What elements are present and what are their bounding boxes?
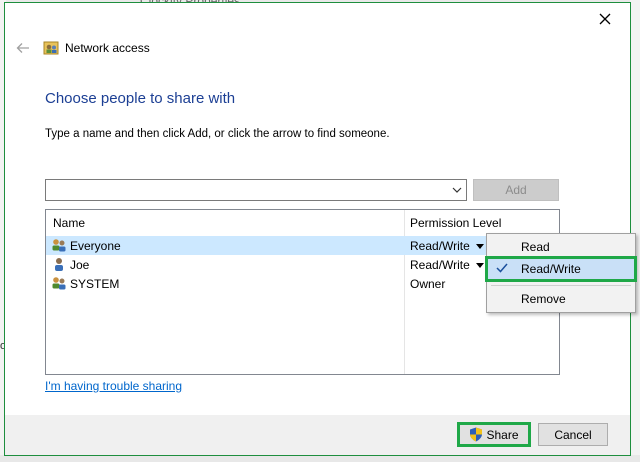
share-button[interactable]: Share: [457, 422, 531, 447]
list-header: Name Permission Level: [46, 210, 559, 234]
back-button[interactable]: [13, 39, 33, 57]
name-input[interactable]: [48, 181, 444, 199]
sharing-list: Name Permission Level Everyone Read/Writ…: [45, 209, 560, 375]
close-icon: [599, 13, 611, 25]
menu-separator: [491, 285, 631, 286]
back-arrow-icon: [16, 43, 29, 53]
permission-dropdown[interactable]: Read/Write: [410, 239, 484, 253]
permission-dropdown[interactable]: Read/Write: [410, 258, 484, 272]
trouble-sharing-link[interactable]: I'm having trouble sharing: [45, 379, 182, 393]
permission-value-text: Owner: [410, 277, 446, 291]
cancel-button[interactable]: Cancel: [538, 423, 608, 446]
user-icon: [55, 258, 63, 271]
group-icon: [52, 277, 66, 290]
permission-value: Read/Write: [410, 239, 470, 253]
page-heading: Choose people to share with: [45, 90, 236, 107]
network-users-icon: [43, 41, 59, 55]
network-access-dialog: Network access Choose people to share wi…: [4, 2, 631, 456]
dialog-footer: Share Cancel: [5, 415, 630, 455]
column-header-permission[interactable]: Permission Level: [410, 216, 501, 230]
list-row-everyone[interactable]: Everyone Read/Write: [46, 236, 559, 255]
background-window-bottom: [0, 455, 640, 462]
dialog-title: Network access: [65, 41, 150, 55]
menu-item-label: Read/Write: [521, 262, 581, 276]
background-window-right: [630, 0, 640, 462]
menu-item-label: Read: [521, 240, 550, 254]
row-name: Joe: [70, 258, 90, 272]
permission-value: Owner: [410, 277, 445, 291]
instruction-text: Type a name and then click Add, or click…: [45, 128, 390, 140]
permission-value: Read/Write: [410, 258, 470, 272]
menu-item-read-write[interactable]: Read/Write: [485, 256, 637, 282]
dialog-title-bar: Network access: [43, 40, 150, 56]
permission-context-menu: Read Read/Write Remove: [485, 233, 637, 313]
uac-shield-icon: [470, 427, 483, 442]
chevron-down-icon: [452, 187, 462, 193]
dropdown-triangle-icon: [475, 262, 484, 268]
group-icon: [52, 239, 66, 252]
row-name: SYSTEM: [70, 277, 120, 291]
row-name: Everyone: [70, 239, 121, 253]
list-row-joe[interactable]: Joe Read/Write: [46, 255, 559, 274]
menu-item-read[interactable]: Read: [487, 236, 635, 258]
menu-item-remove[interactable]: Remove: [487, 288, 635, 310]
list-row-system[interactable]: SYSTEM Owner: [46, 274, 559, 293]
name-combo-input[interactable]: [45, 179, 467, 201]
add-button[interactable]: Add: [473, 179, 559, 201]
dropdown-triangle-icon: [475, 243, 484, 249]
combo-dropdown-arrow[interactable]: [448, 180, 466, 200]
share-label: Share: [486, 427, 519, 442]
menu-item-label: Remove: [521, 292, 566, 306]
close-button[interactable]: [591, 7, 619, 31]
column-header-name[interactable]: Name: [53, 216, 85, 230]
checkmark-icon: [496, 263, 508, 273]
